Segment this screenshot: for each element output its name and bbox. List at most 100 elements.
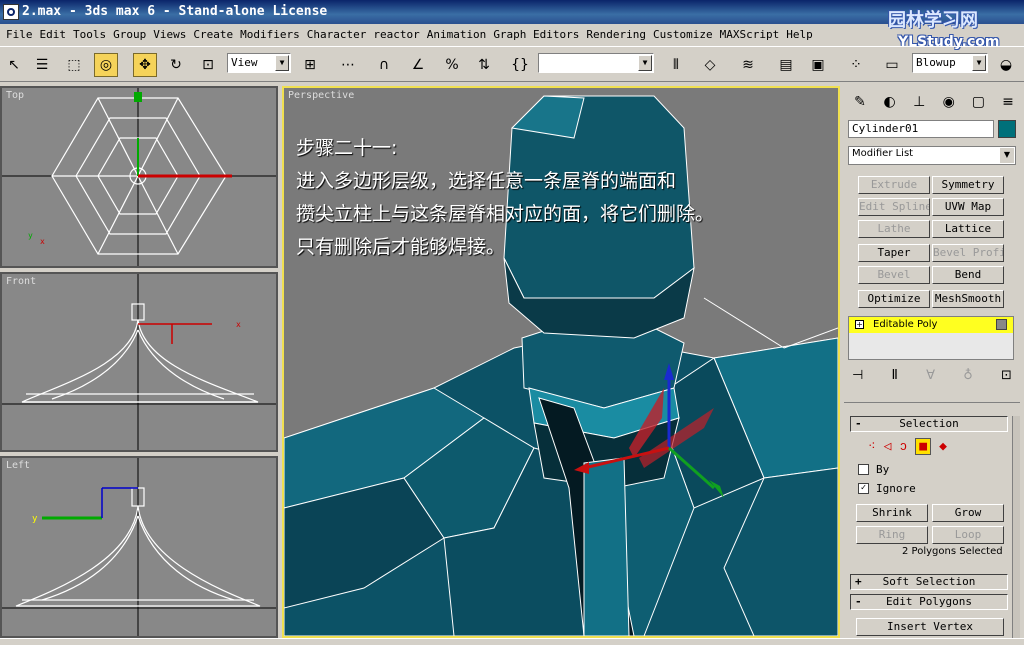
object-name-field[interactable]: Cylinder01 (848, 120, 994, 138)
grow-button[interactable]: Grow (932, 504, 1004, 522)
shrink-button[interactable]: Shrink (856, 504, 928, 522)
menu-character[interactable]: Character (305, 26, 372, 44)
uvw-map-button[interactable]: UVW Map (932, 198, 1004, 216)
menu-modifiers[interactable]: Modifiers (238, 26, 305, 44)
named-selection-dropdown[interactable]: ▼ (538, 53, 654, 73)
element-icon[interactable]: ◆ (939, 439, 947, 454)
utilities-tab-icon[interactable]: ≡ (996, 90, 1020, 114)
viewport-top[interactable]: Top yx (0, 86, 278, 268)
by-vertex-label: By (876, 463, 890, 476)
bend-button[interactable]: Bend (932, 266, 1004, 284)
region-select-icon[interactable]: ⬚ (62, 53, 86, 77)
curve-editor-icon[interactable]: ▤ (774, 53, 798, 77)
lathe-button[interactable]: Lathe (858, 220, 930, 238)
meshsmooth-button[interactable]: MeshSmooth (932, 290, 1004, 308)
select-arrow-icon[interactable]: ↖ (2, 53, 26, 77)
configure-sets-icon[interactable]: ⊡ (1001, 368, 1012, 386)
layers-icon[interactable]: ≋ (736, 53, 760, 77)
symmetry-button[interactable]: Symmetry (932, 176, 1004, 194)
snap-icon[interactable]: ∩ (372, 53, 396, 77)
optimize-button[interactable]: Optimize (858, 290, 930, 308)
loop-button[interactable]: Loop (932, 526, 1004, 544)
front-wireframe: x (2, 274, 276, 450)
keyboard-shortcut-icon[interactable]: ⋯ (336, 53, 360, 77)
edit-spline-button[interactable]: Edit Spline (858, 198, 930, 216)
menu-file[interactable]: File (4, 26, 38, 44)
ignore-backfacing-checkbox[interactable]: ✓ (858, 483, 869, 494)
menu-edit[interactable]: Edit (38, 26, 72, 44)
soft-selection-rollout-header[interactable]: + Soft Selection (850, 574, 1008, 590)
menu-tools[interactable]: Tools (71, 26, 111, 44)
remove-modifier-icon[interactable]: ♁ (963, 368, 973, 386)
menu-rendering[interactable]: Rendering (584, 26, 651, 44)
modify-tab-icon[interactable]: ◐ (878, 90, 902, 114)
select-by-name-icon[interactable]: ☰ (30, 53, 54, 77)
quick-render-icon[interactable]: ◒ (994, 53, 1018, 77)
motion-tab-icon[interactable]: ◉ (937, 90, 961, 114)
edge-icon[interactable]: ◁ (884, 439, 892, 454)
extrude-button[interactable]: Extrude (858, 176, 930, 194)
create-tab-icon[interactable]: ✎ (848, 90, 872, 114)
move-icon[interactable]: ✥ (133, 53, 157, 77)
selection-status: 2 Polygons Selected (902, 546, 1003, 557)
viewport-front[interactable]: Front x (0, 272, 278, 452)
render-scene-icon[interactable]: ▭ (880, 53, 904, 77)
insert-vertex-button[interactable]: Insert Vertex (856, 618, 1004, 636)
menu-create[interactable]: Create (191, 26, 238, 44)
menu-animation[interactable]: Animation (425, 26, 492, 44)
stack-item-label: Editable Poly (873, 319, 938, 330)
edit-polygons-rollout-header[interactable]: - Edit Polygons (850, 594, 1008, 610)
display-tab-icon[interactable]: ▢ (966, 90, 990, 114)
taper-button[interactable]: Taper (858, 244, 930, 262)
viewport-perspective[interactable]: Perspective 步骤二十一: 进入多边形层级，选择任意一条屋脊的端面和 … (282, 86, 840, 638)
named-selection-icon[interactable]: {} (508, 53, 532, 77)
render-type-dropdown[interactable]: Blowup ▼ (912, 53, 988, 73)
hierarchy-tab-icon[interactable]: ⊥ (907, 90, 931, 114)
pin-stack-icon[interactable]: ⊣ (852, 368, 863, 386)
modifier-list-dropdown[interactable]: Modifier List ▼ (848, 146, 1016, 165)
by-vertex-checkbox[interactable] (858, 464, 869, 475)
menu-maxscript[interactable]: MAXScript (718, 26, 785, 44)
polygon-icon[interactable]: ■ (915, 437, 932, 455)
spinner-snap-icon[interactable]: ⇅ (472, 53, 496, 77)
bevel-profile-button[interactable]: Bevel Profile (932, 244, 1004, 262)
stack-item-editable-poly[interactable]: + Editable Poly (849, 317, 1013, 333)
menu-customize[interactable]: Customize (651, 26, 718, 44)
object-color-swatch[interactable] (998, 120, 1016, 138)
instruction-line: 只有删除后才能够焊接。 (296, 236, 506, 258)
viewport-label[interactable]: Top (6, 90, 24, 101)
expand-icon[interactable]: + (855, 320, 864, 329)
menu-group[interactable]: Group (111, 26, 151, 44)
lattice-button[interactable]: Lattice (932, 220, 1004, 238)
border-icon[interactable]: ↄ (899, 439, 907, 454)
pivot-icon[interactable]: ⊞ (298, 53, 322, 77)
viewport-label[interactable]: Front (6, 276, 36, 287)
command-panel-scrollbar[interactable] (1012, 416, 1020, 645)
angle-snap-icon[interactable]: ∠ (406, 53, 430, 77)
ref-coord-dropdown[interactable]: View ▼ (227, 53, 291, 73)
mirror-icon[interactable]: ⫴ (664, 53, 688, 77)
command-panel-tabs: ✎ ◐ ⊥ ◉ ▢ ≡ (848, 90, 1020, 112)
menu-views[interactable]: Views (151, 26, 191, 44)
scale-icon[interactable]: ⊡ (196, 53, 220, 77)
vertex-icon[interactable]: ⁖ (868, 439, 876, 454)
selection-rollout-header[interactable]: - Selection (850, 416, 1008, 432)
window-crossing-icon[interactable]: ◎ (94, 53, 118, 77)
percent-snap-icon[interactable]: % (440, 53, 464, 77)
material-editor-icon[interactable]: ⁘ (844, 53, 868, 77)
app-icon[interactable] (3, 4, 19, 20)
svg-text:y: y (32, 514, 38, 524)
viewport-label[interactable]: Left (6, 460, 30, 471)
menu-help[interactable]: Help (784, 26, 818, 44)
schematic-icon[interactable]: ▣ (806, 53, 830, 77)
make-unique-icon[interactable]: ∀ (926, 368, 935, 386)
bevel-button[interactable]: Bevel (858, 266, 930, 284)
ring-button[interactable]: Ring (856, 526, 928, 544)
rotate-icon[interactable]: ↻ (164, 53, 188, 77)
lightbulb-icon[interactable] (996, 319, 1007, 330)
show-end-result-icon[interactable]: Ⅱ (892, 368, 898, 386)
menu-graph-editors[interactable]: Graph Editors (491, 26, 584, 44)
menu-reactor[interactable]: reactor (371, 26, 424, 44)
align-icon[interactable]: ◇ (698, 53, 722, 77)
viewport-left[interactable]: Left y (0, 456, 278, 638)
